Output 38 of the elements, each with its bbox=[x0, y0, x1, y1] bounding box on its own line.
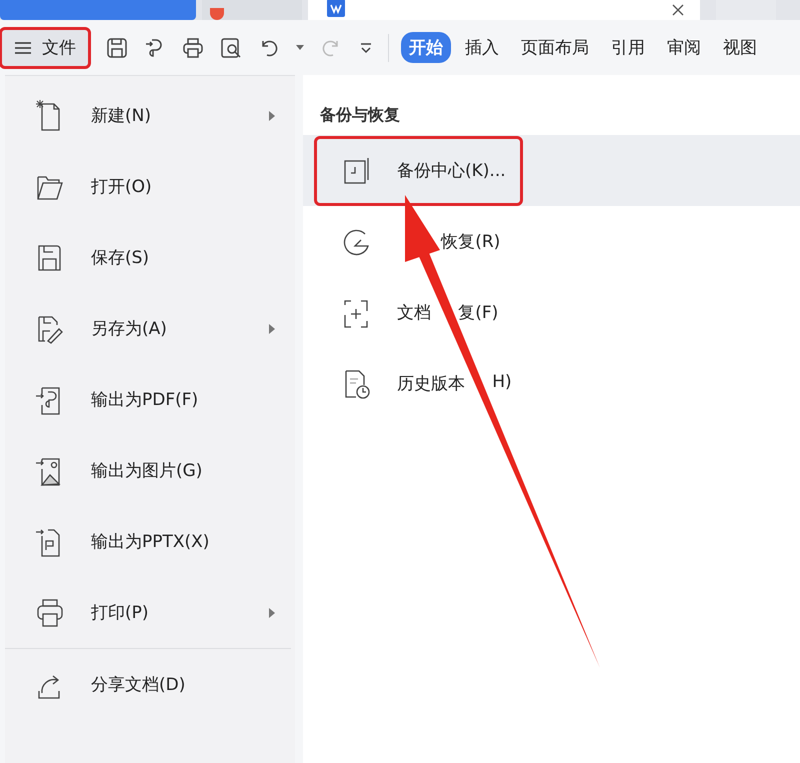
menu-item[interactable]: 另存为(A) bbox=[5, 293, 295, 364]
document-icon bbox=[326, 0, 346, 18]
document-tab[interactable] bbox=[308, 0, 700, 20]
menu-item-label: 恢复(R) bbox=[441, 231, 500, 253]
app-logo-icon bbox=[210, 8, 224, 20]
menu-item[interactable]: 历史版本 H) bbox=[303, 348, 800, 419]
menu-item[interactable]: 打印(P) bbox=[5, 577, 295, 648]
menu-item[interactable]: 打开(O) bbox=[5, 151, 295, 222]
section-heading: 备份与恢复 bbox=[318, 104, 401, 126]
document-tab[interactable] bbox=[202, 0, 302, 20]
print-preview-icon[interactable] bbox=[220, 36, 242, 58]
menu-item-label: 备份中心(K)... bbox=[397, 160, 506, 182]
ribbon-tab[interactable]: 视图 bbox=[715, 32, 765, 63]
menu-item[interactable]: 新建(N) bbox=[5, 80, 295, 151]
caret-icon[interactable] bbox=[296, 44, 304, 50]
ribbon-tab[interactable]: 开始 bbox=[401, 32, 451, 63]
ribbon-tab[interactable]: 引用 bbox=[603, 32, 653, 63]
ribbon-tab[interactable]: 页面布局 bbox=[513, 32, 597, 63]
menu-item[interactable]: 恢复(R) bbox=[303, 206, 800, 277]
menu-item[interactable]: 备份中心(K)... bbox=[303, 135, 800, 206]
menu-item[interactable]: 文档 复(F) bbox=[303, 277, 800, 348]
save-icon[interactable] bbox=[106, 36, 128, 58]
menu-item[interactable]: 输出为PPTX(X) bbox=[5, 506, 295, 577]
menu-item[interactable]: 保存(S) bbox=[5, 222, 295, 293]
menu-item[interactable]: 输出为PDF(F) bbox=[5, 364, 295, 435]
ribbon-tab[interactable]: 审阅 bbox=[659, 32, 709, 63]
menu-item-label: 历史版本 bbox=[397, 373, 465, 395]
menu-item-label: 复(F) bbox=[458, 302, 498, 324]
menu-icon bbox=[14, 40, 32, 54]
menu-item-label: 文档 bbox=[397, 302, 431, 324]
file-menu-button[interactable]: 文件 bbox=[2, 30, 88, 66]
menu-item[interactable]: 分享文档(D) bbox=[5, 649, 295, 720]
close-icon[interactable] bbox=[672, 4, 684, 16]
menu-item[interactable]: 输出为图片(G) bbox=[5, 435, 295, 506]
menu-item-label: H) bbox=[492, 372, 512, 394]
ribbon-tab[interactable]: 插入 bbox=[457, 32, 507, 63]
print-icon[interactable] bbox=[182, 36, 204, 58]
printer-icon bbox=[35, 596, 65, 628]
